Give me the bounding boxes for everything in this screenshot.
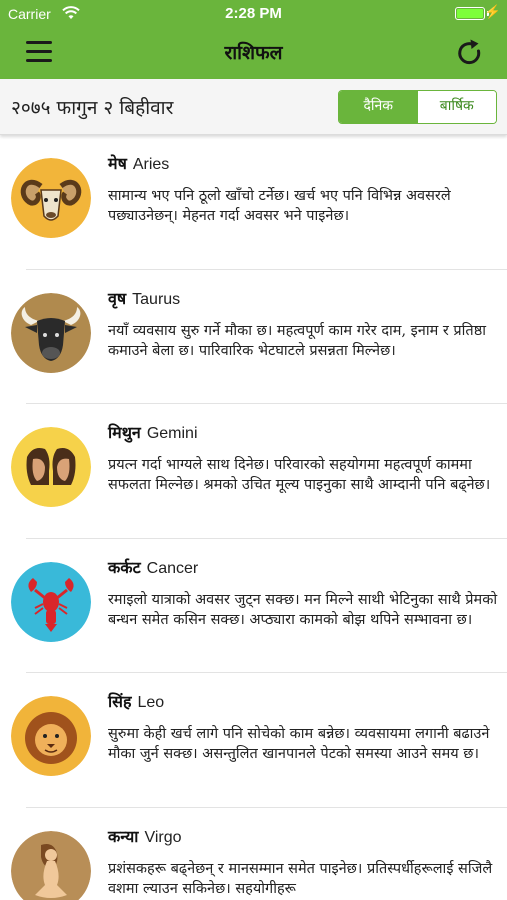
horoscope-text: सुरुमा केही खर्च लागे पनि सोचेको काम बन्… [108, 726, 490, 762]
sign-name-nepali: सिंह [108, 692, 132, 711]
sign-name-english: Taurus [132, 290, 181, 308]
period-segmented-control: दैनिक बार्षिक [338, 90, 497, 124]
sign-title: कर्कट Cancer [108, 556, 198, 578]
battery-icon [455, 7, 485, 20]
clock: 2:28 PM [225, 5, 282, 22]
lion-icon [11, 696, 91, 776]
horoscope-text: सामान्य भए पनि ठूलो खाँचो टर्नेछ। खर्च भ… [108, 188, 451, 224]
sign-name-english: Cancer [146, 559, 199, 577]
bull-icon [11, 292, 91, 373]
twins-icon [11, 427, 91, 507]
current-date: २०७५ फागुन २ बिहीवार [11, 97, 174, 119]
tab-daily[interactable]: दैनिक [339, 91, 418, 123]
sign-title: मिथुन Gemini [108, 421, 198, 443]
sign-title: कन्या Virgo [108, 825, 182, 847]
list-item[interactable]: कन्या Virgo प्रशंसकहरू बढ्नेछन् र मानसम्म… [0, 808, 507, 900]
sign-name-english: Aries [132, 156, 170, 173]
nav-bar: राशिफल [0, 28, 507, 79]
page-title: राशिफल [224, 42, 283, 64]
date-bar: २०७५ फागुन २ बिहीवार दैनिक बार्षिक [0, 79, 507, 135]
sign-name-english: Leo [137, 694, 165, 711]
maiden-icon [11, 830, 91, 900]
horoscope-list[interactable]: मेष Aries सामान्य भए पनि ठूलो खाँचो टर्ने… [0, 135, 507, 900]
horoscope-text: प्रयत्न गर्दा भाग्यले साथ दिनेछ। परिवारक… [108, 457, 491, 493]
sign-name-nepali: मिथुन [108, 423, 141, 442]
list-item[interactable]: वृष Taurus नयाँ व्यवसाय सुरु गर्ने मौका छ… [0, 270, 507, 404]
sign-title: मेष Aries [108, 152, 169, 174]
horoscope-text: रमाइलो यात्राको अवसर जुट्न सक्छ। मन मिल्… [108, 591, 498, 628]
status-bar: Carrier 2:28 PM ⚡ [0, 0, 507, 28]
sign-title: सिंह Leo [108, 690, 164, 712]
tab-yearly[interactable]: बार्षिक [417, 91, 496, 123]
sign-name-nepali: कर्कट [108, 557, 141, 577]
list-item[interactable]: मिथुन Gemini प्रयत्न गर्दा भाग्यले साथ दि… [0, 404, 507, 539]
sign-title: वृष Taurus [108, 287, 180, 309]
refresh-icon[interactable] [455, 38, 485, 68]
horoscope-text: प्रशंसकहरू बढ्नेछन् र मानसम्मान समेत पाइ… [108, 860, 493, 897]
lobster-icon [11, 561, 91, 642]
list-item[interactable]: कर्कट Cancer रमाइलो यात्राको अवसर जुट्न स… [0, 539, 507, 673]
charging-icon: ⚡ [484, 4, 501, 19]
horoscope-text: नयाँ व्यवसाय सुरु गर्ने मौका छ। महत्वपूर… [108, 322, 486, 359]
sign-name-english: Gemini [146, 425, 198, 442]
sign-name-nepali: मेष [108, 154, 127, 173]
sign-name-nepali: कन्या [108, 826, 139, 846]
ram-icon [11, 158, 91, 238]
sign-name-english: Virgo [144, 828, 182, 846]
list-item[interactable]: सिंह Leo सुरुमा केही खर्च लागे पनि सोचेको… [0, 673, 507, 808]
list-item[interactable]: मेष Aries सामान्य भए पनि ठूलो खाँचो टर्ने… [0, 135, 507, 270]
sign-name-nepali: वृष [108, 288, 127, 308]
